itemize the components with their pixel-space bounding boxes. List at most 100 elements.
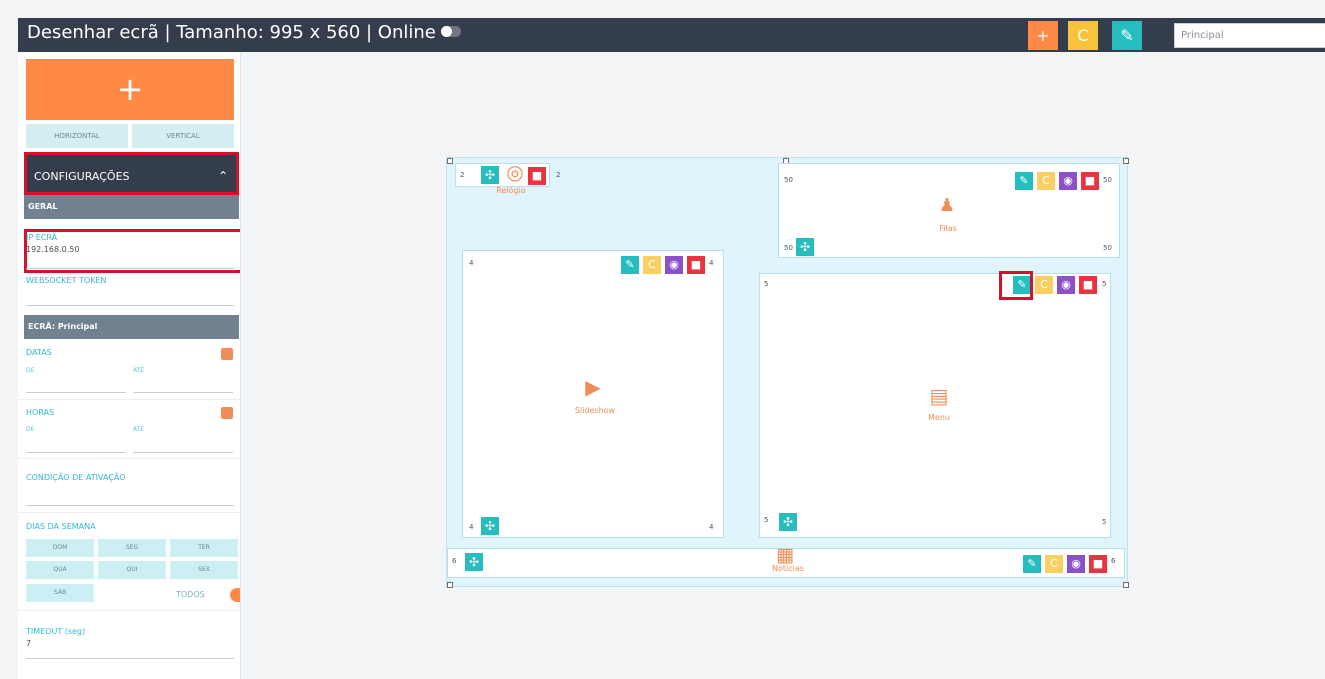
menu-panel[interactable]: 5 ✎ C ◉ ■ 5 ▤ Menu 5 ✣ 5 [759, 273, 1111, 538]
clock-panel-title: Relógio [496, 186, 526, 195]
refresh-top-label: C [1077, 26, 1089, 45]
select-value: Principal [1181, 30, 1224, 41]
menu-panel-title: Menu [928, 413, 950, 422]
refresh-icon[interactable]: C [643, 256, 661, 274]
vertical-button[interactable]: VERTICAL [132, 124, 234, 148]
refresh-icon[interactable]: C [1045, 555, 1063, 573]
weekdays-label: DIAS DA SEMANA [26, 522, 96, 531]
timeout-input[interactable] [26, 658, 234, 659]
queues-panel[interactable]: 50 ✎ C ◉ ■ 50 ♟ Filas 50 ✣ 50 [778, 163, 1120, 258]
panel-margin-label: 50 [1103, 176, 1112, 184]
move-icon[interactable]: ✣ [465, 553, 483, 571]
news-panel[interactable]: 6 ✣ ▦ Notícias ✎ C ◉ ■ 6 [447, 544, 1125, 578]
ip-label: IP ECRÃ [26, 233, 58, 242]
resize-handle[interactable] [447, 158, 453, 164]
edit-top-button[interactable]: ✎ [1112, 21, 1142, 50]
all-days-label: TODOS [176, 590, 205, 599]
day-saturday-button[interactable]: SÁB [26, 584, 94, 602]
resize-handle[interactable] [447, 582, 453, 588]
ip-field-line [26, 268, 234, 269]
panel-margin-label: 5 [764, 280, 769, 288]
calendar-icon[interactable] [221, 348, 233, 360]
day-label: QUA [53, 566, 67, 573]
clock-panel[interactable]: 2 ✣ ◎ ■ 2 Relógio [455, 160, 560, 195]
day-label: TER [198, 544, 210, 551]
screen-layout-canvas: 2 ✣ ◎ ■ 2 Relógio 50 ✎ C ◉ ■ 50 ♟ Filas … [446, 157, 1129, 588]
separator [18, 399, 240, 400]
move-icon[interactable]: ✣ [779, 513, 797, 531]
move-icon[interactable]: ✣ [481, 517, 499, 535]
activation-condition-input[interactable] [26, 505, 234, 506]
websocket-token-label: WEBSOCKET TOKEN [26, 276, 107, 285]
timeout-value: 7 [26, 639, 32, 648]
edit-top-label: ✎ [1120, 26, 1134, 45]
screen-title: Desenhar ecrã | Tamanho: 995 x 560 | Onl… [27, 22, 436, 43]
screen-select[interactable]: Principal▾ [1174, 23, 1325, 48]
clock-icon[interactable] [221, 407, 233, 419]
day-monday-button[interactable]: SEG [98, 539, 166, 557]
edit-highlight [999, 271, 1033, 300]
timeout-label: TIMEOUT (seg) [26, 627, 86, 636]
panel-margin-label: 4 [469, 259, 474, 267]
page-title: Desenhar ecrã | Tamanho: 995 x 560 | Onl… [27, 22, 461, 43]
trash-icon[interactable]: ■ [687, 256, 705, 274]
trash-icon[interactable]: ■ [1079, 276, 1097, 294]
panel-margin-label: 4 [709, 523, 714, 531]
screen-section: ECRÃ: Principal [24, 315, 239, 339]
day-friday-button[interactable]: SEX [170, 561, 238, 579]
screen-section-label: ECRÃ: Principal [28, 322, 98, 331]
panel-margin-label: 4 [469, 523, 474, 531]
edit-icon[interactable]: ✎ [1015, 172, 1033, 190]
day-sunday-button[interactable]: DOM [26, 539, 94, 557]
day-thursday-button[interactable]: QUI [98, 561, 166, 579]
trash-icon[interactable]: ■ [1081, 172, 1099, 190]
refresh-icon[interactable]: C [1037, 172, 1055, 190]
edit-icon[interactable]: ✎ [621, 256, 639, 274]
add-top-button[interactable]: + [1028, 21, 1058, 50]
add-panel-label: + [116, 70, 144, 108]
date-from-input[interactable] [26, 392, 126, 393]
hour-to-label: ATÉ [133, 426, 145, 433]
websocket-field-line[interactable] [26, 305, 234, 306]
news-icon: ▦ [776, 544, 794, 566]
top-toolbar: Desenhar ecrã | Tamanho: 995 x 560 | Onl… [18, 18, 1325, 52]
all-days-toggle[interactable] [230, 588, 240, 602]
add-panel-button[interactable]: + [26, 59, 234, 120]
panel-margin-label: 2 [556, 171, 561, 179]
panel-margin-label: 2 [460, 171, 465, 179]
edit-icon[interactable]: ✎ [1023, 555, 1041, 573]
separator [18, 458, 240, 459]
hour-to-input[interactable] [133, 452, 233, 453]
horizontal-button[interactable]: HORIZONTAL [26, 124, 128, 148]
hours-label: HORAS [26, 408, 55, 417]
eye-icon[interactable]: ◉ [665, 256, 683, 274]
queues-panel-title: Filas [939, 224, 957, 233]
day-label: SEG [125, 544, 139, 551]
day-tuesday-button[interactable]: TER [170, 539, 238, 557]
day-wednesday-button[interactable]: QUA [26, 561, 94, 579]
hour-from-input[interactable] [26, 452, 126, 453]
move-icon[interactable]: ✣ [796, 238, 814, 256]
eye-icon[interactable]: ◉ [1057, 276, 1075, 294]
trash-icon[interactable]: ■ [1089, 555, 1107, 573]
resize-handle[interactable] [1123, 158, 1129, 164]
day-label: DOM [52, 544, 68, 551]
resize-handle[interactable] [1123, 582, 1129, 588]
slideshow-panel[interactable]: 4 ✎ C ◉ ■ 4 ▶ Slideshow 4 ✣ 4 [462, 250, 724, 538]
configuration-header[interactable]: CONFIGURAÇÕES ⌃ [24, 152, 239, 195]
day-label: QUI [126, 566, 138, 573]
chevron-up-icon: ⌃ [217, 169, 228, 183]
eye-icon[interactable]: ◉ [1059, 172, 1077, 190]
online-toggle[interactable] [440, 25, 461, 37]
slideshow-icon: ▶ [585, 375, 601, 399]
slideshow-panel-title: Slideshow [574, 406, 616, 415]
eye-icon[interactable]: ◉ [1067, 555, 1085, 573]
vertical-label: VERTICAL [166, 132, 200, 140]
panel-margin-label: 6 [452, 557, 457, 565]
delete-icon[interactable]: ■ [528, 167, 546, 185]
panel-margin-label: 5 [1102, 280, 1107, 288]
refresh-top-button[interactable]: C [1068, 21, 1098, 50]
menu-book-icon: ▤ [929, 384, 949, 408]
date-to-input[interactable] [133, 392, 233, 393]
refresh-icon[interactable]: C [1035, 276, 1053, 294]
